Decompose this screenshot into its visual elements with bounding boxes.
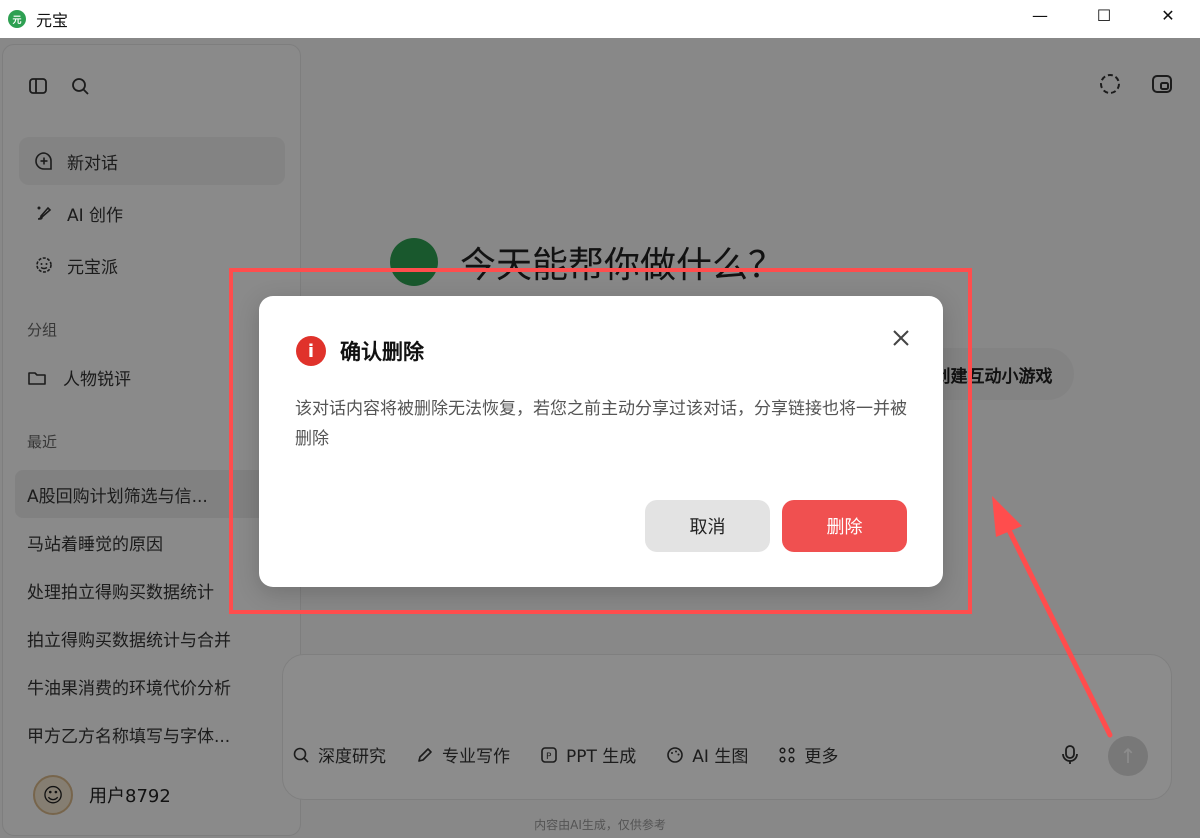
maximize-button[interactable]: ☐ xyxy=(1072,0,1136,30)
annotation-highlight-box xyxy=(229,268,972,614)
close-window-button[interactable]: ✕ xyxy=(1136,0,1200,30)
window-title: 元宝 xyxy=(36,11,69,30)
app-logo-icon: 元 xyxy=(8,10,26,28)
window-controls: — ☐ ✕ xyxy=(1008,0,1200,30)
title-bar: 元 元宝 — ☐ ✕ xyxy=(0,0,1200,38)
minimize-button[interactable]: — xyxy=(1008,0,1072,30)
